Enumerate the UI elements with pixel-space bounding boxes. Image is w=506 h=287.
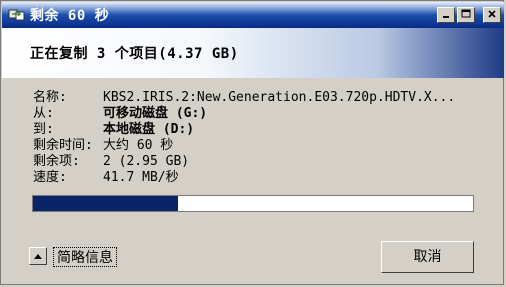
detail-label: 名称: bbox=[33, 90, 67, 105]
minimize-button[interactable] bbox=[437, 7, 455, 23]
progress-header: 正在复制 3 个项目(4.37 GB) bbox=[2, 28, 504, 78]
details-toggle-button[interactable] bbox=[29, 247, 47, 265]
detail-value: 可移动磁盘 (G:) bbox=[103, 106, 208, 121]
progress-bar bbox=[32, 195, 474, 212]
copy-icon bbox=[8, 7, 26, 21]
chevron-up-icon bbox=[34, 254, 42, 259]
details-toggle-label[interactable]: 简略信息 bbox=[53, 247, 117, 267]
cancel-button[interactable]: 取消 bbox=[381, 241, 474, 273]
detail-value: 本地磁盘 (D:) bbox=[103, 122, 195, 137]
detail-value: 2 (2.95 GB) bbox=[103, 154, 190, 169]
detail-value: 大约 60 秒 bbox=[103, 138, 174, 153]
minimize-icon bbox=[443, 16, 449, 18]
detail-label: 速度: bbox=[33, 170, 67, 185]
detail-label: 剩余时间: bbox=[33, 138, 93, 153]
close-icon bbox=[488, 10, 496, 18]
maximize-icon bbox=[461, 9, 471, 18]
maximize-button[interactable] bbox=[457, 7, 475, 23]
detail-label: 剩余项: bbox=[33, 154, 80, 169]
detail-label: 到: bbox=[33, 122, 54, 137]
copy-dialog: 剩余 60 秒 正在复制 3 个项目(4.37 GB) 名称: KBS2.IRI… bbox=[0, 0, 504, 285]
detail-label: 从: bbox=[33, 106, 54, 121]
detail-value: KBS2.IRIS.2:New.Generation.E03.720p.HDTV… bbox=[103, 90, 456, 105]
close-button[interactable] bbox=[483, 7, 501, 23]
progress-fill bbox=[33, 196, 179, 211]
window-title: 剩余 60 秒 bbox=[30, 8, 110, 24]
detail-value: 41.7 MB/秒 bbox=[103, 170, 179, 185]
title-bar[interactable]: 剩余 60 秒 bbox=[2, 2, 504, 28]
copy-summary: 正在复制 3 个项目(4.37 GB) bbox=[30, 46, 239, 62]
